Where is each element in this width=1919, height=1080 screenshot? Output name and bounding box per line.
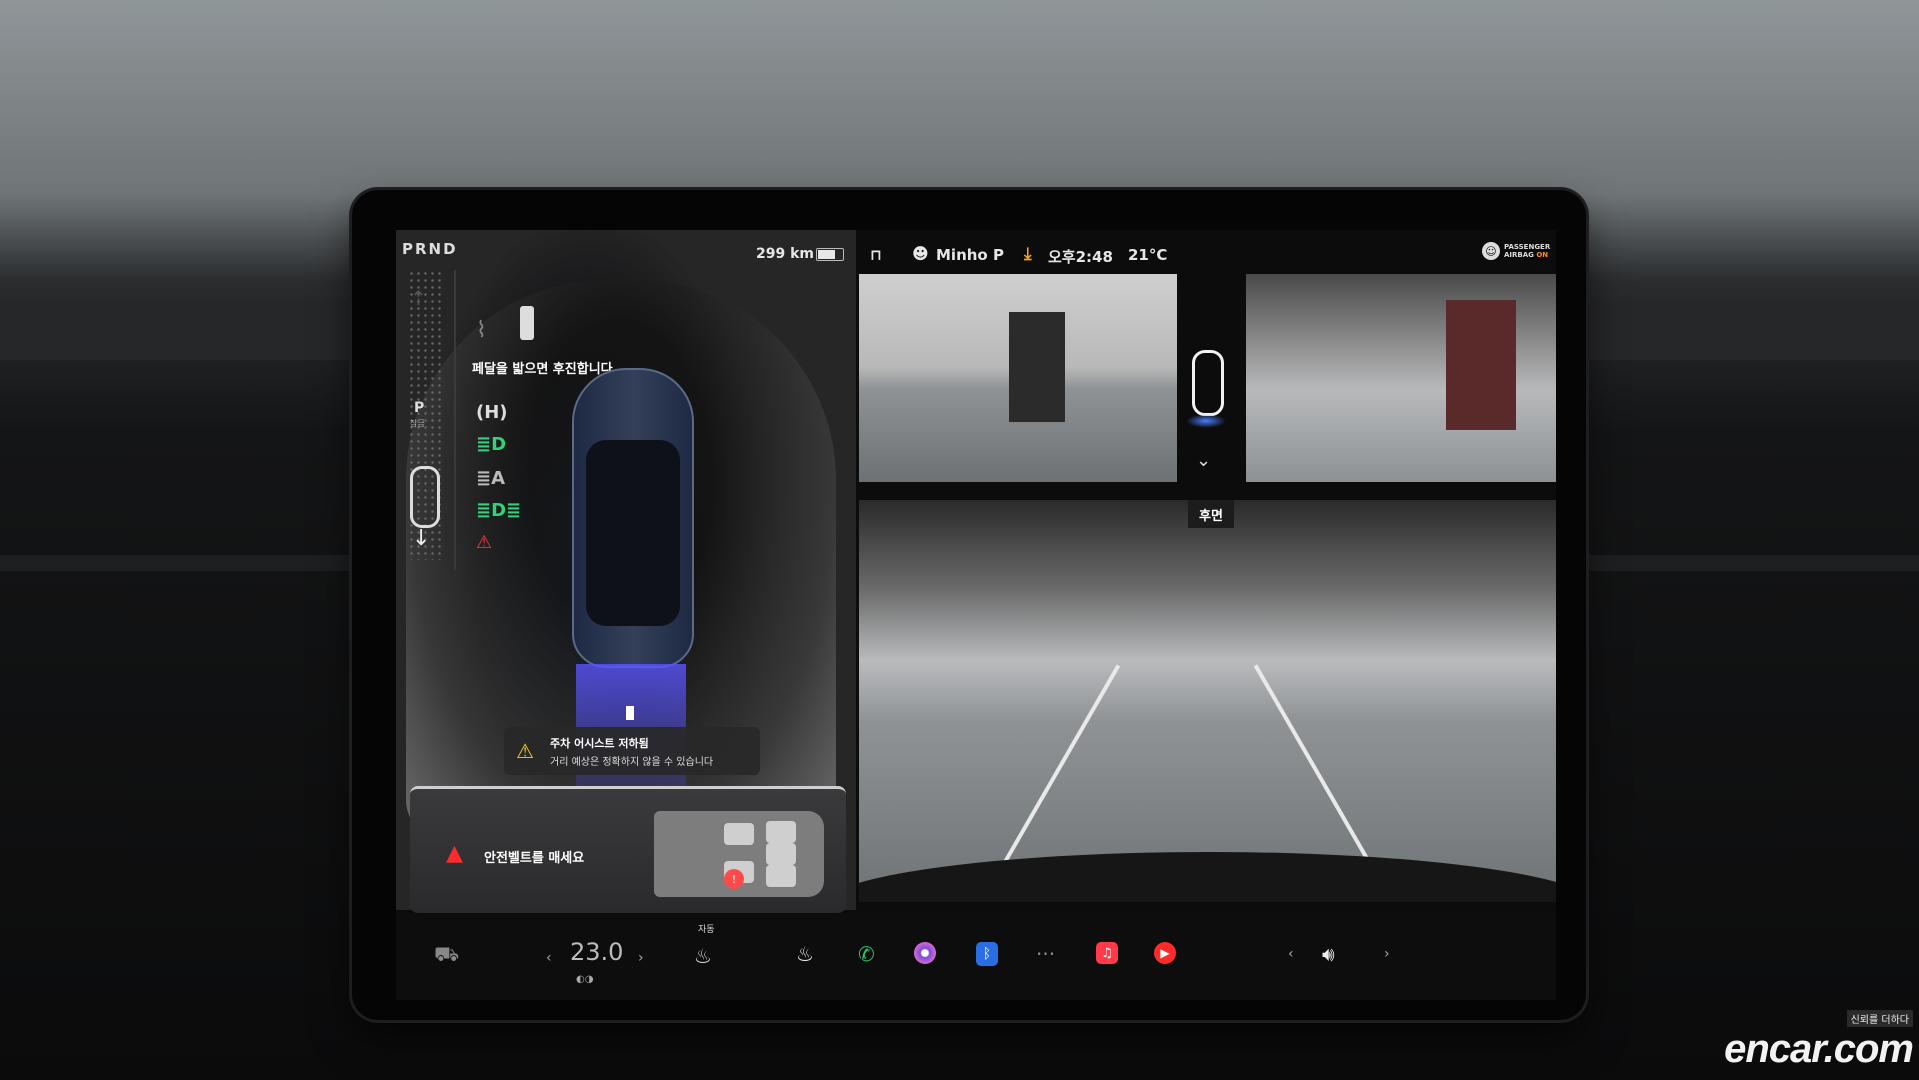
outside-temperature: 21°C [1128,246,1168,264]
gear-down-arrow-icon[interactable]: ↓ [412,526,430,551]
music-icon[interactable]: ♫ [1096,942,1118,964]
vehicle-top-view [572,368,694,668]
left-camera-feed[interactable] [859,274,1177,482]
gear-car-icon[interactable] [410,466,440,528]
seatbelt-alert-card[interactable]: ▲ 안전벨트를 매세요 ! [410,786,846,913]
warning-icon: ▲ [446,841,463,866]
volume-icon[interactable]: 🔊︎ [1322,942,1335,966]
passenger-airbag-status: ☺ PASSENGER AIRBAG ON [1482,242,1550,260]
airbag-icon: ☺ [1482,242,1500,260]
range-readout[interactable]: 299 km [756,246,814,262]
rear-camera-label[interactable]: 후면 [1188,500,1234,528]
gear-indicator: PRND [402,240,458,258]
touchscreen: ⇡ P 잠금 ↓ ⌇ 페달을 밟으면 후진합니다 (H) ≣D ≣A ≣D≣ ⚠… [396,230,1556,1000]
airbag-state: ON [1536,251,1549,259]
cabin-temperature[interactable]: 23.0 [570,938,623,966]
phone-icon[interactable]: ✆ [858,942,875,966]
media-icon[interactable]: ▶ [1154,942,1176,964]
camera-direction-glow [1186,414,1226,428]
heater-icon[interactable]: ♨ [796,942,814,966]
parking-brake-icon: (H) [476,402,508,423]
washer-fluid-icon[interactable] [520,306,534,340]
status-bar: PRND 299 km ⊓ ☻ Minho P ⤓ 오후2:48 21°C ☺ … [396,230,1556,276]
distance-marker [626,706,634,720]
seat [766,865,796,887]
seat-occupancy-map: ! [654,811,824,897]
parking-assist-alert: ⚠ 주차 어시스트 저하됨 거리 예상은 정확하지 않을 수 있습니다 [504,727,760,775]
battery-icon[interactable] [816,248,844,261]
driver-profile[interactable]: Minho P [936,246,1004,264]
airbag-line2: AIRBAG [1504,251,1534,259]
airbag-line1: PASSENGER [1504,243,1551,251]
car-icon[interactable]: ⛟ [434,942,459,969]
download-icon[interactable]: ⤓ [1024,244,1032,264]
lane-line [1001,664,1121,866]
seat-heat-icon[interactable]: ♨ [694,944,712,968]
fan-icon: ◐◑ [576,974,594,985]
camera-car-icon[interactable] [1192,350,1224,416]
seat [766,821,796,843]
user-icon[interactable]: ☻ [912,244,929,263]
headlight-icon: ≣D [476,434,507,455]
warning-icon: ⚠ [516,739,534,763]
assist-title: 주차 어시스트 저하됨 [550,737,649,750]
seat [766,843,796,865]
gear-up-arrow-icon[interactable]: ⇡ [410,286,427,310]
seatbelt-message: 안전벨트를 매세요 [484,851,585,866]
assist-body: 거리 예상은 정확하지 않을 수 있습니다 [550,757,714,768]
seatbelt-warning-icon: ! [724,869,744,889]
rear-bumper [859,852,1556,902]
parking-light-icon: ≣D≣ [476,500,522,521]
gear-p-sublabel: 잠금 [410,419,425,428]
wiper-icon[interactable]: ⌇ [476,318,487,343]
seatbelt-warning-icon: ⚠ [476,532,493,553]
right-camera-feed[interactable] [1246,274,1556,482]
seat-heat-mode: 자동 [698,925,715,935]
bottom-dock: ⛟ ‹ 23.0 › ◐◑ 자동 ♨ ♨ ✆ ᛒ ··· ♫ ▶ ‹ 🔊︎ › [396,914,1556,1000]
auto-high-beam-icon: ≣A [476,468,506,489]
temp-decrease-button[interactable]: ‹ [546,950,552,966]
temp-increase-button[interactable]: › [638,950,644,966]
watermark: 신뢰를 더하다 encar.com [1724,1008,1914,1072]
camera-icon[interactable] [914,942,936,964]
volume-down-button[interactable]: ‹ [1288,946,1294,962]
gear-p-label: P [414,400,425,416]
watermark-tagline: 신뢰를 더하다 [1846,1010,1913,1027]
chevron-down-icon[interactable]: ⌄ [1196,450,1211,471]
reverse-hint: 페달을 밟으면 후진합니다 [472,362,613,377]
rail-divider [454,270,456,570]
rear-camera-feed[interactable] [859,500,1556,902]
driving-visualization: ⇡ P 잠금 ↓ ⌇ 페달을 밟으면 후진합니다 (H) ≣D ≣A ≣D≣ ⚠… [396,230,856,913]
bluetooth-icon[interactable]: ᛒ [976,942,998,966]
more-icon[interactable]: ··· [1036,942,1055,966]
lane-line [1253,664,1373,866]
watermark-brand: encar.com [1724,1027,1914,1071]
seat [724,823,754,845]
lock-icon[interactable]: ⊓ [870,246,882,264]
clock: 오후2:48 [1048,248,1113,266]
volume-up-button[interactable]: › [1384,946,1390,962]
